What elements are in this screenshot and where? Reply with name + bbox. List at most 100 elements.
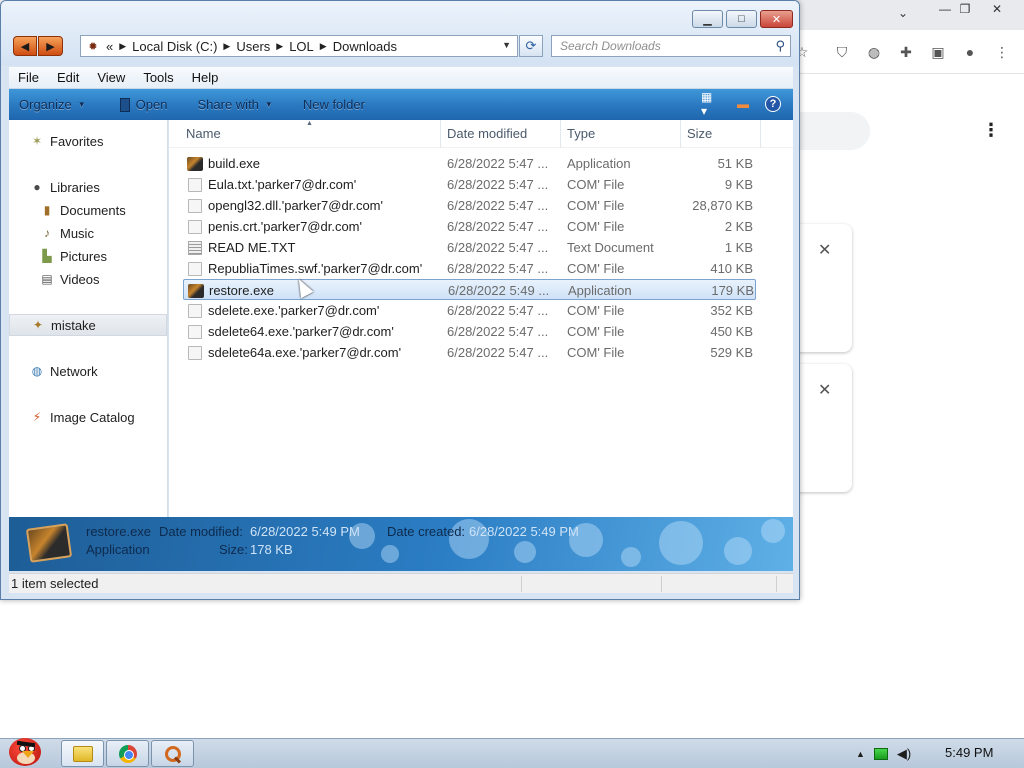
page-menu-icon[interactable]: ⋮ [982, 120, 1000, 141]
explorer-window: ▁ □ ✕ ◀ ▶ ✹ « ▶ Local Disk (C:) ▶ Users … [0, 0, 800, 600]
nav-music[interactable]: ♪ Music [9, 222, 167, 244]
file-row[interactable]: build.exe 6/28/2022 5:47 ... Application 51… [183, 153, 756, 174]
nav-libraries[interactable]: ● Libraries [9, 176, 167, 198]
menu-view[interactable]: View [88, 70, 134, 85]
taskbar-search-app-button[interactable] [151, 740, 194, 767]
file-row[interactable]: restore.exe 6/28/2022 5:49 ... Application… [183, 279, 756, 300]
open-button[interactable]: Open [96, 97, 178, 112]
profile-avatar-icon[interactable]: ● [960, 42, 980, 62]
search-box[interactable]: ⚲ [551, 35, 791, 57]
column-size[interactable]: Size [681, 120, 761, 148]
file-name: sdelete.exe.'parker7@dr.com' [208, 303, 380, 318]
forward-button[interactable]: ▶ [38, 36, 63, 56]
file-date-modified: 6/28/2022 5:49 ... [448, 283, 550, 298]
file-type: COM' File [567, 345, 625, 360]
angry-bird-start-icon [5, 734, 45, 768]
file-size: 179 KB [711, 283, 754, 298]
card-close-icon[interactable]: ✕ [818, 380, 831, 400]
nav-image-catalog[interactable]: ⚡ Image Catalog [9, 406, 167, 428]
start-button[interactable] [2, 731, 48, 768]
extensions-puzzle-icon[interactable]: ✚ [896, 42, 916, 62]
column-name[interactable]: Name [180, 120, 441, 148]
organize-button[interactable]: Organize ▼ [9, 97, 96, 112]
bubble-decoration [381, 545, 399, 563]
file-row[interactable]: RepubliaTimes.swf.'parker7@dr.com' 6/28/2… [183, 258, 756, 279]
address-segment-users[interactable]: Users [236, 39, 270, 54]
menu-help[interactable]: Help [183, 70, 228, 85]
side-panel-icon[interactable]: ▣ [928, 42, 948, 62]
bubble-decoration [761, 519, 785, 543]
help-icon[interactable]: ? [765, 96, 781, 112]
menu-edit[interactable]: Edit [48, 70, 88, 85]
background-browser: ⌄ — ❐ ✕ ☆ ⛉ ◍ ✚ ▣ ● ⋮ ⋮ ✕ ✕ [790, 0, 1024, 740]
nav-videos[interactable]: ▤ Videos [9, 268, 167, 290]
taskbar-explorer-button[interactable] [61, 740, 104, 767]
file-row[interactable]: sdelete64a.exe.'parker7@dr.com' 6/28/2022… [183, 342, 756, 363]
menu-file[interactable]: File [9, 70, 48, 85]
browser-page-search-box[interactable] [790, 112, 870, 150]
address-chevron-icon[interactable]: ▶ [119, 41, 126, 52]
file-name-cell: opengl32.dll.'parker7@dr.com' [187, 195, 441, 216]
share-with-button[interactable]: Share with ▼ [177, 97, 282, 112]
minimize-button[interactable]: ▁ [692, 10, 723, 28]
tray-status-icon[interactable] [873, 747, 888, 760]
file-row[interactable]: sdelete64.exe.'parker7@dr.com' 6/28/2022 … [183, 321, 756, 342]
nav-network[interactable]: ◍ Network [9, 360, 167, 382]
magnifier-icon [164, 745, 182, 763]
file-row[interactable]: Eula.txt.'parker7@dr.com' 6/28/2022 5:47 … [183, 174, 756, 195]
nav-favorites[interactable]: ✶ Favorites [9, 130, 167, 152]
share-dropdown-icon: ▼ [264, 100, 273, 109]
file-date-modified: 6/28/2022 5:47 ... [447, 156, 549, 171]
card-close-icon[interactable]: ✕ [818, 240, 831, 260]
view-options-icon[interactable]: ▦ ▾ [701, 90, 721, 118]
back-button[interactable]: ◀ [13, 36, 37, 56]
file-name-cell: READ ME.TXT [187, 237, 441, 258]
file-type: COM' File [567, 198, 625, 213]
browser-menu-icon[interactable]: ⋮ [992, 42, 1012, 62]
address-segment-disk[interactable]: Local Disk (C:) [132, 39, 217, 54]
address-bar[interactable]: ✹ « ▶ Local Disk (C:) ▶ Users ▶ LOL ▶ Do… [80, 35, 518, 57]
address-segment-lol[interactable]: LOL [289, 39, 314, 54]
address-dropdown-icon[interactable]: ▼ [502, 40, 511, 50]
chrome-icon [118, 744, 137, 763]
menu-tools[interactable]: Tools [134, 70, 182, 85]
search-icon[interactable]: ⚲ [775, 38, 785, 54]
address-chevron-icon[interactable]: ▶ [320, 41, 327, 52]
videos-icon: ▤ [41, 272, 53, 286]
taskbar-clock[interactable]: 5:49 PM [945, 745, 993, 760]
file-row[interactable]: opengl32.dll.'parker7@dr.com' 6/28/2022 5… [183, 195, 756, 216]
column-type[interactable]: Type [561, 120, 681, 148]
extension-flag-icon[interactable]: ◍ [864, 42, 884, 62]
new-folder-button[interactable]: New folder [283, 97, 375, 112]
tab-search-chevron-icon[interactable]: ⌄ [898, 6, 908, 20]
bubble-decoration [724, 537, 752, 565]
ublock-extension-icon[interactable]: ⛉ [832, 42, 852, 62]
close-button[interactable]: ✕ [760, 10, 793, 28]
volume-icon[interactable]: ◀) [897, 746, 911, 762]
address-segment-downloads[interactable]: Downloads [333, 39, 397, 54]
address-overflow[interactable]: « [106, 39, 113, 54]
status-text: 1 item selected [11, 576, 99, 591]
file-type: COM' File [567, 303, 625, 318]
column-date-modified[interactable]: Date modified [441, 120, 561, 148]
address-chevron-icon[interactable]: ▶ [276, 41, 283, 52]
file-row[interactable]: sdelete.exe.'parker7@dr.com' 6/28/2022 5:… [183, 300, 756, 321]
file-size: 529 KB [710, 345, 753, 360]
file-date-modified: 6/28/2022 5:47 ... [447, 240, 549, 255]
refresh-button[interactable]: ⟳ [519, 35, 543, 57]
file-type: Application [567, 156, 631, 171]
libraries-icon: ● [33, 180, 41, 194]
maximize-button[interactable]: □ [726, 10, 757, 28]
taskbar-chrome-button[interactable] [106, 740, 149, 767]
tray-overflow-icon[interactable]: ▲ [856, 749, 865, 759]
file-row[interactable]: penis.crt.'parker7@dr.com' 6/28/2022 5:47… [183, 216, 756, 237]
nav-homegroup-mistake[interactable]: ✦ mistake [9, 314, 167, 336]
nav-pictures[interactable]: ▙ Pictures [9, 245, 167, 267]
browser-close-button[interactable]: ✕ [980, 0, 1014, 18]
preview-pane-icon[interactable]: ▬ [733, 95, 753, 113]
browser-restore-button[interactable]: ❐ [948, 0, 982, 18]
address-chevron-icon[interactable]: ▶ [223, 41, 230, 52]
search-input[interactable] [560, 36, 770, 56]
file-row[interactable]: READ ME.TXT 6/28/2022 5:47 ... Text Docume… [183, 237, 756, 258]
nav-documents[interactable]: ▮ Documents [9, 199, 167, 221]
